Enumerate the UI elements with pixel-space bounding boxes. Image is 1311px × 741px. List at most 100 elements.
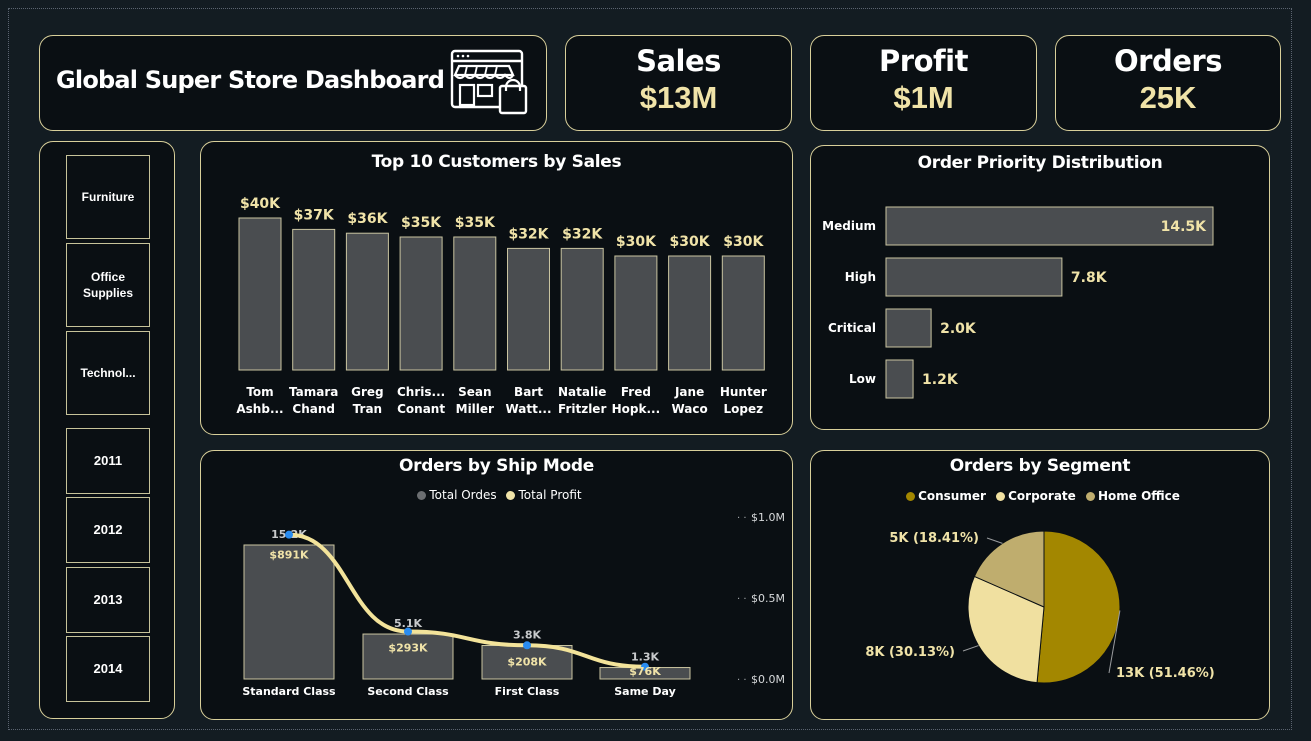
top10-category-label: Miller [456,402,494,416]
priority-bar [885,308,932,348]
sales-kpi-label: Sales [636,44,721,78]
top10-category-label: Watt... [505,402,551,416]
priority-bar-label: 2.0K [940,321,977,337]
segment-chart: 13K (51.46%) 8K (30.13%) 5K (18.41%) [865,530,1215,684]
top10-bar-label: $40K [240,196,281,212]
sales-kpi-card: Sales $13M [565,35,792,131]
top10-category-label: Bart [514,385,543,399]
top10-bar-label: $30K [723,234,764,250]
shipmode-axis-dots: · · [737,513,747,524]
priority-category-label: High [845,270,876,284]
slicer-year-2014[interactable]: 2014 [66,636,150,702]
top10-bar-label: $32K [562,226,603,242]
ship-mode-panel: Orders by Ship Mode Total Ordes Total Pr… [200,450,793,720]
shipmode-axis-dots: · · [737,594,747,605]
top10-category-label: Natalie [558,385,606,399]
shipmode-orders-label: 1.3K [631,651,659,664]
orders-kpi-card: Orders 25K [1055,35,1281,131]
shipmode-profit-point [404,627,412,636]
top10-bar [238,217,282,371]
segment-pie-slice [1036,530,1121,684]
shipmode-y2-tick-label: $0.0M [751,673,785,686]
top10-category-label: Greg [351,385,384,399]
shipmode-profit-point [285,530,293,539]
shipmode-orders-bar [243,544,335,680]
shipmode-category-label: Same Day [614,685,675,698]
segment-slice-label: 13K (51.46%) [1116,666,1215,681]
slicer-category-office-supplies[interactable]: Office Supplies [66,243,150,327]
priority-bar-label: 7.8K [1071,270,1108,286]
top10-bar [721,255,765,371]
filter-slicer-panel: Furniture Office Supplies Technol... 201… [39,141,175,719]
top10-chart: $40K Tom Ashb... $37K Tamara Chand $36K Greg Tra… [236,196,767,416]
shipmode-y2-tick-label: $1.0M [751,511,785,524]
shipmode-orders-label: 3.8K [513,629,541,642]
top10-bar-label: $30K [616,234,657,250]
segment-leader-line [986,537,1003,544]
shipmode-profit-label: $76K [629,665,661,678]
top10-bar [399,236,443,371]
top10-category-label: Conant [397,402,445,416]
priority-category-label: Critical [828,321,876,335]
orders-kpi-label: Orders [1114,44,1222,78]
segment-leader-line [962,645,979,652]
top10-bar [507,247,550,371]
shipmode-category-label: Second Class [367,685,449,698]
top10-category-label: Sean [458,385,491,399]
priority-chart: Medium 14.5K High 7.8K Critical 2.0K Low 1.2K [822,206,1214,399]
shipmode-profit-line [287,532,647,669]
shipmode-axis-dots: · · [737,675,747,686]
top10-bar-label: $30K [670,234,711,250]
top10-bar-label: $35K [401,215,442,231]
shipmode-category-label: First Class [495,685,560,698]
top10-category-label: Tom [246,385,273,399]
top10-customers-panel: Top 10 Customers by Sales $40K Tom Ashb...… [200,141,793,435]
top10-bar [560,247,604,371]
shipmode-profit-label: $208K [507,655,547,668]
top10-category-label: Hopk... [612,402,661,416]
top10-category-label: Fred [621,385,651,399]
top10-bar [345,232,389,371]
top10-category-label: Hunter [720,385,767,399]
top10-category-label: Ashb... [236,402,283,416]
order-priority-panel: Order Priority Distribution Medium 14.5K H… [810,145,1270,430]
top10-category-label: Fritzler [558,402,606,416]
segment-panel: Orders by Segment Consumer Corporate Hom… [810,450,1270,720]
top10-bar [292,228,336,371]
segment-slice-label: 8K (30.13%) [865,645,955,660]
top10-bar-label: $36K [347,211,388,227]
top10-bar-label: $37K [294,207,335,223]
slicer-year-2012[interactable]: 2012 [66,497,150,563]
dashboard-title: Global Super Store Dashboard [56,66,445,94]
priority-bar [885,257,1063,297]
top10-bar [453,236,497,371]
profit-kpi-value: $1M [893,80,954,115]
slicer-year-2011[interactable]: 2011 [66,428,150,494]
shipmode-profit-label: $891K [269,549,309,562]
slicer-category-technology[interactable]: Technol... [66,331,150,415]
orders-kpi-value: 25K [1139,80,1197,115]
top10-category-label: Chris... [397,385,445,399]
top10-category-label: Waco [671,402,707,416]
shipmode-y2-tick-label: $0.5M [751,592,785,605]
priority-category-label: Medium [822,219,876,233]
slicer-year-2013[interactable]: 2013 [66,567,150,633]
priority-bar-label: 14.5K [1161,219,1208,235]
store-front-icon [450,49,528,115]
shipmode-profit-label: $293K [388,642,428,655]
priority-category-label: Low [849,372,876,386]
shipmode-chart: · ·$1.0M· ·$0.5M· ·$0.0M15.2KStandard Cl… [242,511,785,698]
title-card: Global Super Store Dashboard [39,35,547,131]
priority-bar [885,359,914,399]
top10-bar [614,255,658,371]
sales-kpi-value: $13M [639,80,718,115]
top10-category-label: Chand [292,402,335,416]
top10-bar-label: $32K [508,226,549,242]
top10-category-label: Tran [353,402,382,416]
segment-slice-label: 5K (18.41%) [889,531,979,546]
top10-category-label: Lopez [723,402,763,416]
slicer-category-furniture[interactable]: Furniture [66,155,150,239]
profit-kpi-label: Profit [879,44,968,78]
shipmode-profit-point [523,641,531,650]
top10-category-label: Jane [674,385,704,399]
